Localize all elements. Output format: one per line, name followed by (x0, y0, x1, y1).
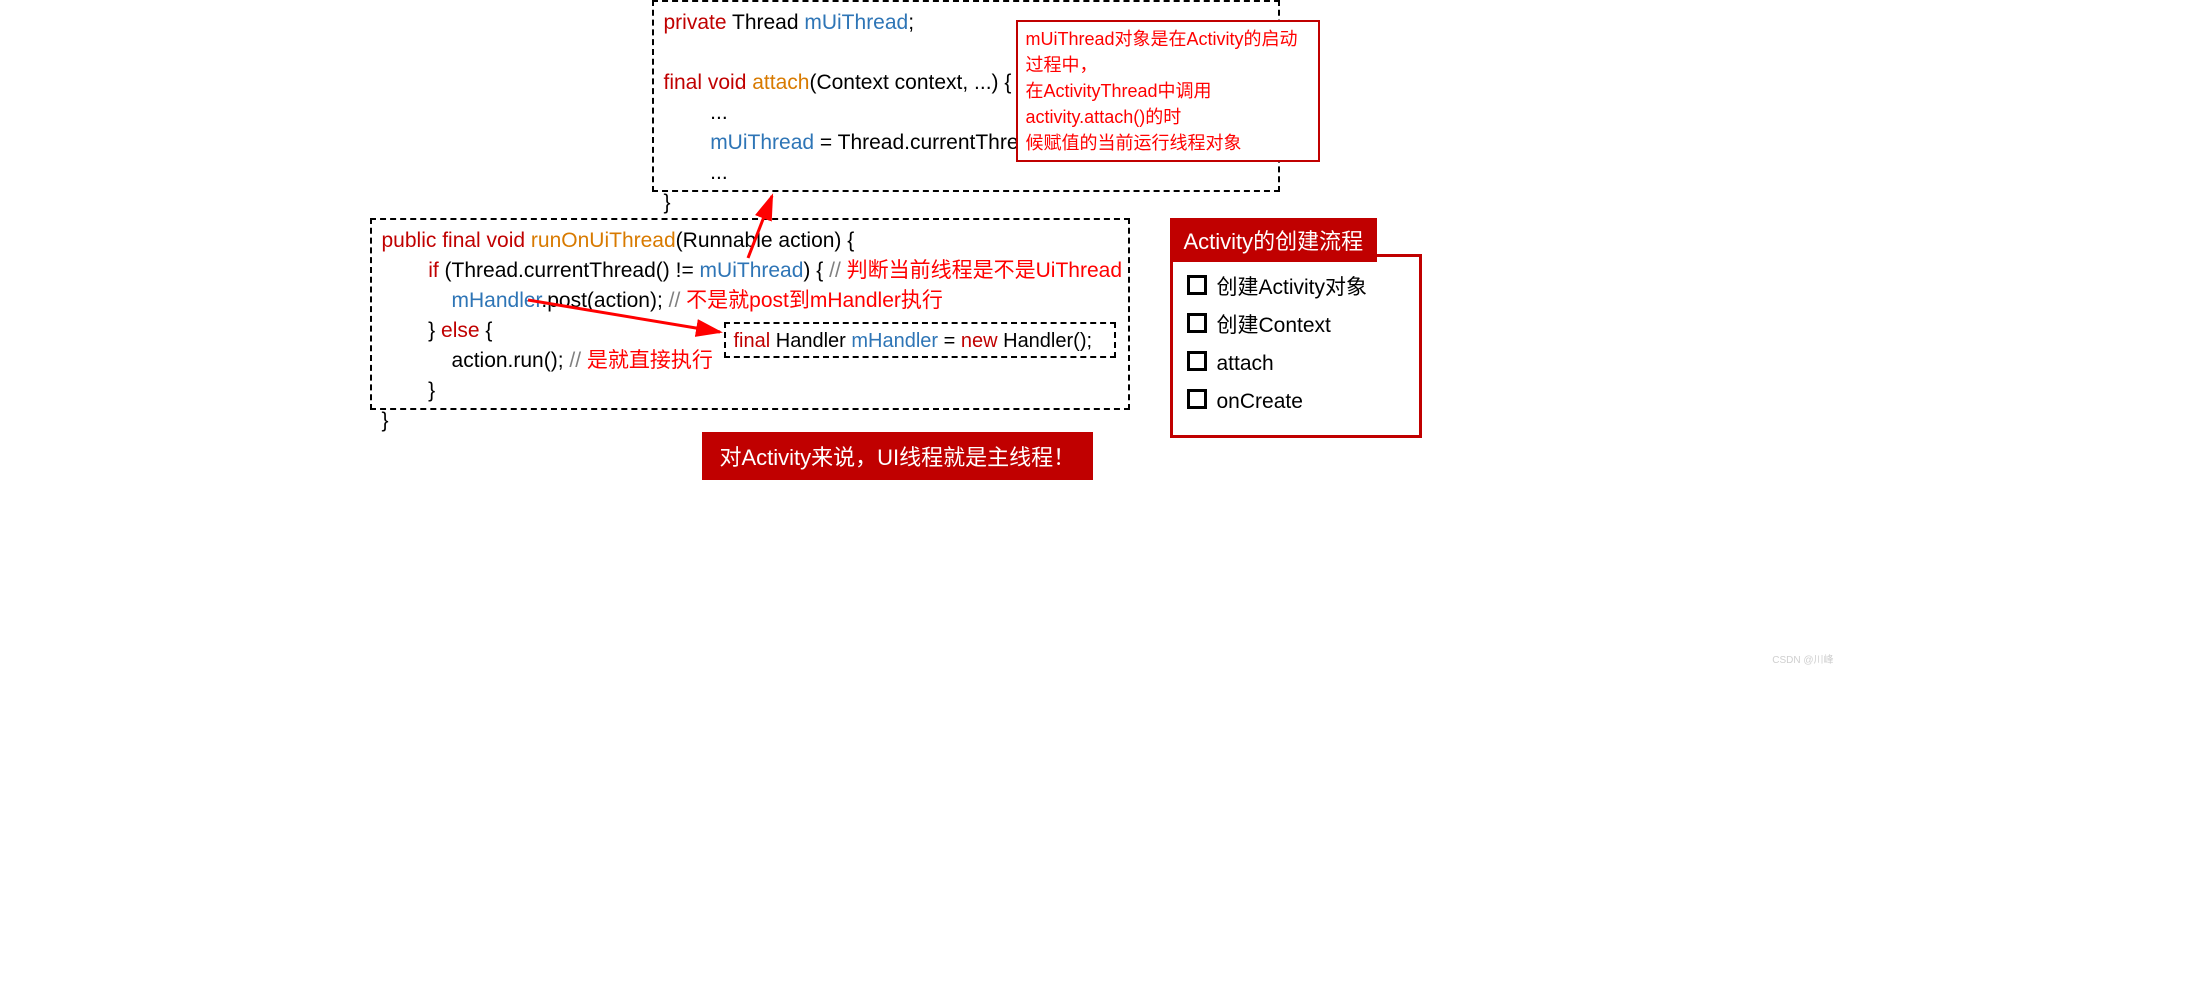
code-box-runOnUiThread: public final void runOnUiThread(Runnable… (370, 218, 1130, 410)
method-runOnUiThread: runOnUiThread (531, 229, 676, 252)
flow-item-0: 创建Activity对象 (1187, 269, 1405, 307)
note-mUiThread-explain: mUiThread对象是在Activity的启动过程中， 在ActivityTh… (1016, 20, 1320, 162)
flow-item-2: attach (1187, 345, 1405, 383)
comment-run-direct: 是就直接执行 (587, 349, 713, 372)
member-mUiThread: mUiThread (804, 11, 908, 34)
comment-judge-thread: 判断当前线程是不是UiThread (847, 259, 1122, 282)
flow-panel: 创建Activity对象 创建Context attach onCreate (1170, 254, 1422, 438)
keyword-final: final (664, 71, 703, 94)
method-attach: attach (752, 71, 809, 94)
code-box-handler-decl: final Handler mHandler = new Handler(); (724, 322, 1116, 358)
note-line2: 在ActivityThread中调用activity.attach()的时 (1026, 78, 1310, 130)
note-line1: mUiThread对象是在Activity的启动过程中， (1026, 26, 1310, 78)
diagram-canvas: private Thread mUiThread; final void att… (368, 0, 1838, 670)
code-handler-decl: final Handler mHandler = new Handler(); (734, 326, 1106, 356)
keyword-if: if (428, 259, 439, 282)
keyword-private: private (664, 11, 727, 34)
comment-post-to-handler: 不是就post到mHandler执行 (686, 289, 943, 312)
note-line3: 候赋值的当前运行线程对象 (1026, 130, 1310, 156)
member-mHandler: mHandler (452, 289, 542, 312)
flow-item-1: 创建Context (1187, 307, 1405, 345)
conclusion-banner: 对Activity来说，UI线程就是主线程！ (702, 432, 1094, 480)
keyword-else: else (441, 319, 480, 342)
flow-item-3: onCreate (1187, 383, 1405, 421)
keyword-public-final-void: public final void (382, 229, 531, 252)
watermark: CSDN @川峰 (1772, 651, 1833, 666)
